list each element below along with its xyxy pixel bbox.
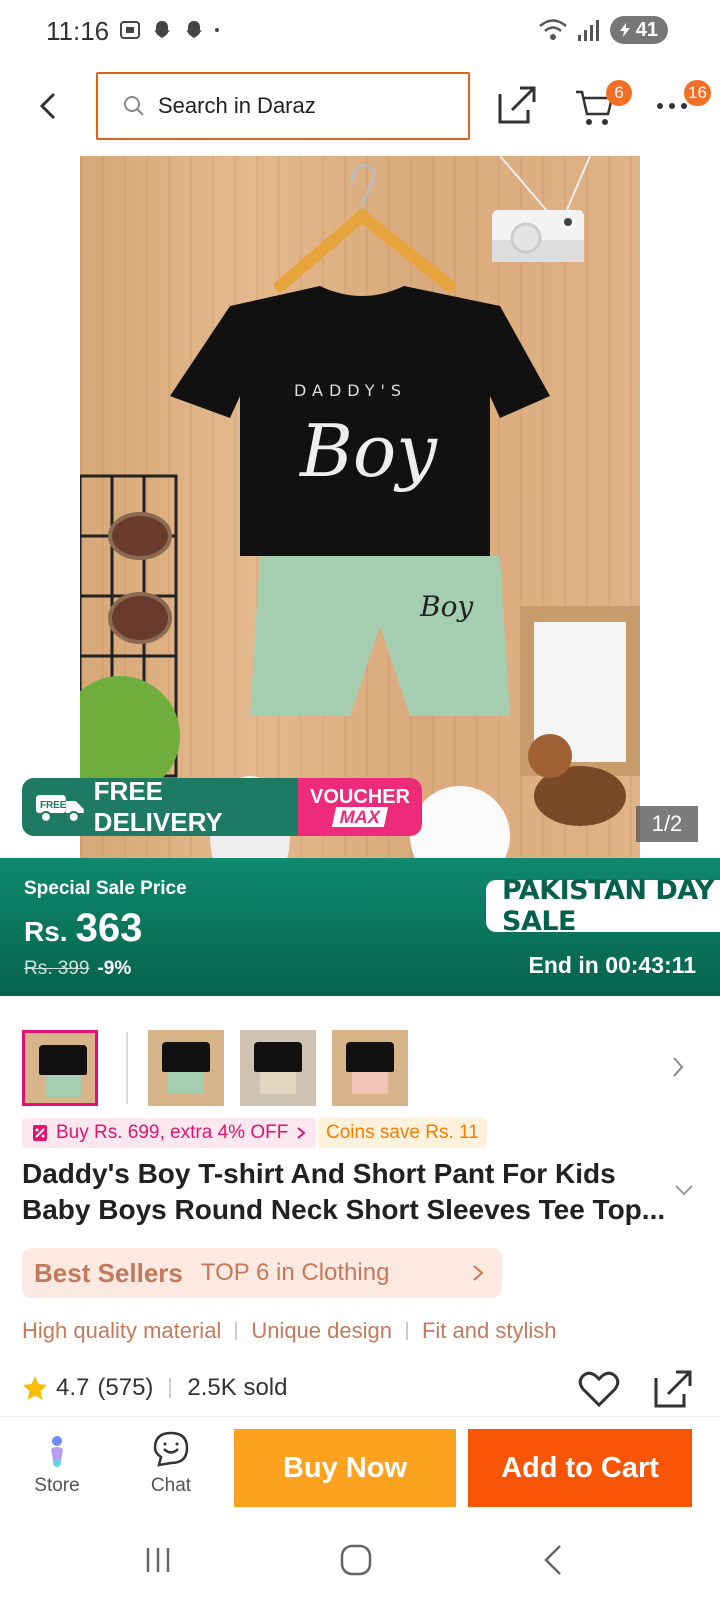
- charging-icon: [619, 23, 630, 37]
- svg-text:FREE: FREE: [40, 800, 67, 811]
- buy-now-button[interactable]: Buy Now: [234, 1429, 456, 1507]
- system-indicators: 41: [538, 16, 668, 44]
- battery-level: 41: [635, 18, 658, 41]
- chevron-right-icon: [473, 1265, 484, 1281]
- image-counter: 1/2: [636, 806, 698, 842]
- price-value: 363: [75, 906, 143, 950]
- shorts-print: Boy: [419, 590, 474, 623]
- discount-percent: -9%: [97, 958, 132, 979]
- screenshot-icon: [120, 21, 140, 39]
- best-sellers-logo: Best Sellers: [34, 1257, 183, 1288]
- signal-icon: [577, 20, 599, 41]
- feature-item: Unique design: [251, 1318, 392, 1343]
- more-count-badge: 16: [684, 80, 711, 106]
- voucher-icon: [33, 1125, 47, 1141]
- wishlist-heart-icon[interactable]: [578, 1370, 620, 1408]
- rating-score: 4.7: [56, 1374, 90, 1401]
- share-icon[interactable]: [496, 84, 538, 126]
- product-title: Daddy's Boy T-shirt And Short Pant For K…: [22, 1158, 666, 1225]
- promo-chip-coins[interactable]: Coins save Rs. 11: [318, 1118, 487, 1148]
- battery-indicator: 41: [609, 16, 668, 44]
- feature-item: Fit and stylish: [421, 1318, 557, 1343]
- top-navigation: 6 16: [0, 72, 720, 142]
- status-bar: 11:16 41: [0, 0, 720, 62]
- delivery-truck-icon: FREE: [35, 795, 84, 823]
- thumbnail-2[interactable]: [148, 1030, 224, 1106]
- original-price-row: Rs. 399 -9%: [24, 958, 131, 980]
- dot-icon: [215, 28, 219, 32]
- thumbnail-divider: [126, 1032, 128, 1104]
- chat-icon: [153, 1431, 189, 1467]
- sale-countdown: End in 00:43:11: [528, 952, 696, 978]
- more-options-icon[interactable]: [656, 94, 688, 114]
- original-price: Rs. 399: [24, 958, 90, 979]
- system-back-icon[interactable]: [534, 1540, 574, 1580]
- chevron-right-icon: [297, 1127, 306, 1139]
- chat-label: Chat: [150, 1475, 192, 1496]
- home-icon[interactable]: [336, 1540, 376, 1580]
- product-features: High quality material Unique design Fit …: [22, 1318, 556, 1344]
- promo-chip-text: Buy Rs. 699, extra 4% OFF: [56, 1122, 289, 1143]
- free-delivery-banner: FREE FREE DELIVERY VOUCHER MAX: [22, 778, 422, 836]
- campaign-tag: PAKISTAN DAY SALE: [486, 875, 720, 937]
- system-navigation-bar: [0, 1516, 720, 1600]
- snapchat-icon: [154, 21, 170, 38]
- best-sellers-rank: TOP 6 in Clothing: [200, 1259, 390, 1286]
- cart-count-badge: 6: [606, 80, 632, 106]
- store-label: Store: [34, 1475, 80, 1496]
- rating-row[interactable]: 4.7 (575) 2.5K sold: [22, 1374, 287, 1402]
- wifi-icon: [538, 19, 567, 40]
- rating-count: (575): [97, 1374, 154, 1401]
- snapchat-icon-2: [186, 21, 202, 38]
- search-icon: [124, 96, 144, 116]
- recent-apps-icon[interactable]: [138, 1540, 178, 1580]
- shirt-print-main: Boy: [298, 409, 438, 493]
- store-button[interactable]: Store: [22, 1429, 92, 1497]
- sold-count: 2.5K sold: [187, 1374, 288, 1401]
- voucher-max-label: MAX: [331, 807, 389, 827]
- image-thumbnails: [22, 1030, 698, 1108]
- add-to-cart-button[interactable]: Add to Cart: [468, 1429, 692, 1507]
- store-icon: [51, 1436, 63, 1467]
- free-delivery-label: FREE DELIVERY: [93, 778, 223, 836]
- sale-label: Special Sale Price: [24, 878, 187, 899]
- status-time: 11:16: [46, 16, 110, 46]
- share-icon[interactable]: [652, 1368, 694, 1410]
- chat-button[interactable]: Chat: [136, 1429, 206, 1497]
- thumbnail-3[interactable]: [240, 1030, 316, 1106]
- search-bar[interactable]: [96, 72, 470, 140]
- shirt-print-top: DADDY'S: [294, 381, 407, 400]
- thumbnail-1[interactable]: [22, 1030, 98, 1106]
- best-sellers-banner[interactable]: Best Sellers TOP 6 in Clothing: [22, 1248, 502, 1298]
- product-illustration: DADDY'S Boy Boy: [80, 156, 640, 858]
- price-currency: Rs.: [24, 916, 68, 947]
- voucher-label: VOUCHER: [309, 786, 410, 808]
- notification-icons: [118, 18, 226, 42]
- sale-price: Rs. 363: [24, 906, 142, 951]
- search-input[interactable]: [158, 93, 428, 119]
- voucher-max-badge: VOUCHER MAX: [298, 778, 422, 836]
- chevron-down-icon[interactable]: [672, 1182, 696, 1198]
- back-arrow-icon[interactable]: [30, 86, 70, 126]
- sale-price-banner: Special Sale Price Rs. 363 Rs. 399 -9% PAK…: [0, 858, 720, 996]
- star-icon: [23, 1376, 47, 1400]
- bottom-action-bar: Store Chat Buy Now Add to Cart: [0, 1416, 720, 1516]
- promo-chip-extra-off[interactable]: Buy Rs. 699, extra 4% OFF: [22, 1118, 317, 1148]
- chevron-right-icon[interactable]: [666, 1052, 690, 1082]
- product-image[interactable]: DADDY'S Boy Boy: [80, 156, 640, 858]
- thumbnail-4[interactable]: [332, 1030, 408, 1106]
- feature-item: High quality material: [22, 1318, 222, 1343]
